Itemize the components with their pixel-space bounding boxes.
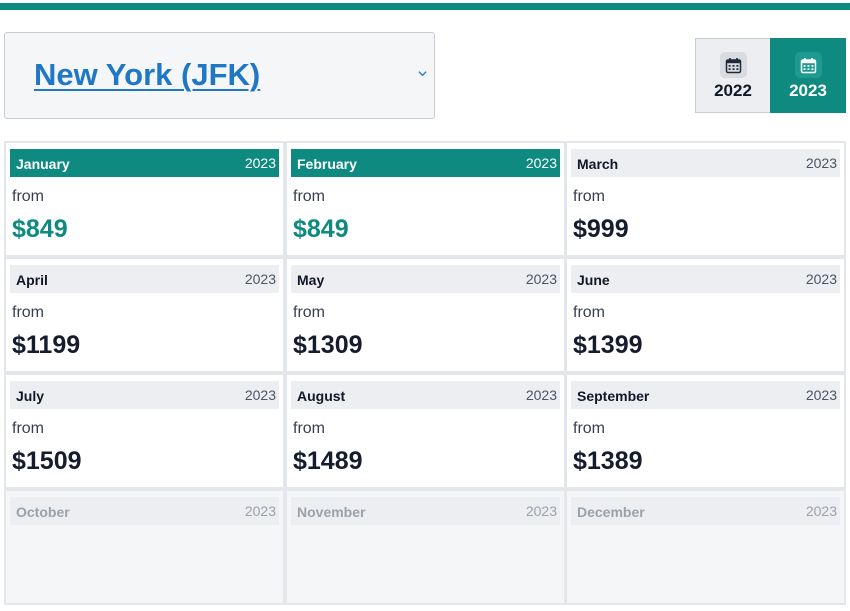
month-card-september[interactable]: September 2023 from $1389 (565, 373, 846, 489)
month-year: 2023 (525, 271, 557, 287)
month-card-december: December 2023 (565, 489, 846, 605)
month-name: July (16, 388, 45, 404)
month-card-header: February 2023 (291, 149, 560, 177)
top-accent-bar (0, 3, 850, 10)
month-card-header: October 2023 (10, 497, 279, 525)
month-name: February (297, 156, 357, 172)
price: $1199 (12, 331, 81, 359)
year-label-2022: 2022 (714, 81, 752, 100)
month-card-header: December 2023 (571, 497, 840, 525)
month-year: 2023 (525, 503, 557, 519)
month-card-april[interactable]: April 2023 from $1199 (4, 257, 285, 373)
month-card-october: October 2023 (4, 489, 285, 605)
month-year: 2023 (805, 155, 837, 171)
month-card-header: June 2023 (571, 265, 840, 293)
month-name: October (16, 504, 70, 520)
month-card-header: July 2023 (10, 381, 279, 409)
from-label: from (293, 188, 325, 205)
month-name: September (577, 388, 650, 404)
price: $1389 (573, 447, 643, 475)
month-card-february[interactable]: February 2023 from $849 (285, 141, 566, 257)
city-select[interactable]: New York (JFK) (4, 32, 435, 119)
year-button-2023[interactable]: 2023 (770, 38, 846, 113)
from-label: from (573, 420, 605, 437)
year-label-2023: 2023 (789, 81, 827, 100)
month-name: April (16, 272, 48, 288)
month-card-november: November 2023 (285, 489, 566, 605)
from-label: from (293, 304, 325, 321)
month-year: 2023 (525, 155, 557, 171)
month-card-header: November 2023 (291, 497, 560, 525)
price: $849 (12, 215, 68, 243)
month-card-header: September 2023 (571, 381, 840, 409)
from-label: from (293, 420, 325, 437)
month-year: 2023 (525, 387, 557, 403)
month-card-july[interactable]: July 2023 from $1509 (4, 373, 285, 489)
from-label: from (12, 420, 44, 437)
month-grid: January 2023 from $849 February 2023 fro… (4, 141, 846, 607)
month-name: December (577, 504, 645, 520)
price: $999 (573, 215, 629, 243)
month-year: 2023 (805, 387, 837, 403)
from-label: from (12, 188, 44, 205)
calendar-icon (720, 52, 747, 78)
month-name: November (297, 504, 366, 520)
month-name: May (297, 272, 325, 288)
month-name: March (577, 156, 619, 172)
month-year: 2023 (244, 387, 276, 403)
price: $1399 (573, 331, 643, 359)
from-label: from (12, 304, 44, 321)
price: $1489 (293, 447, 363, 475)
month-name: August (297, 388, 346, 404)
month-year: 2023 (244, 155, 276, 171)
month-card-june[interactable]: June 2023 from $1399 (565, 257, 846, 373)
year-toggle: 2022 2023 (695, 38, 846, 113)
price: $1309 (293, 331, 363, 359)
month-card-header: March 2023 (571, 149, 840, 177)
month-card-header: January 2023 (10, 149, 279, 177)
month-name: January (16, 156, 70, 172)
year-button-2022[interactable]: 2022 (695, 38, 771, 113)
month-card-august[interactable]: August 2023 from $1489 (285, 373, 566, 489)
month-year: 2023 (244, 503, 276, 519)
chevron-down-icon (418, 71, 427, 77)
month-card-january[interactable]: January 2023 from $849 (4, 141, 285, 257)
city-name-link[interactable]: New York (JFK) (34, 57, 260, 93)
month-year: 2023 (244, 271, 276, 287)
month-card-march[interactable]: March 2023 from $999 (565, 141, 846, 257)
month-card-header: August 2023 (291, 381, 560, 409)
from-label: from (573, 304, 605, 321)
month-year: 2023 (805, 271, 837, 287)
month-card-header: April 2023 (10, 265, 279, 293)
month-name: June (577, 272, 610, 288)
month-card-header: May 2023 (291, 265, 560, 293)
month-card-may[interactable]: May 2023 from $1309 (285, 257, 566, 373)
from-label: from (573, 188, 605, 205)
price: $1509 (12, 447, 82, 475)
calendar-icon (795, 52, 822, 78)
month-year: 2023 (805, 503, 837, 519)
price: $849 (293, 215, 349, 243)
